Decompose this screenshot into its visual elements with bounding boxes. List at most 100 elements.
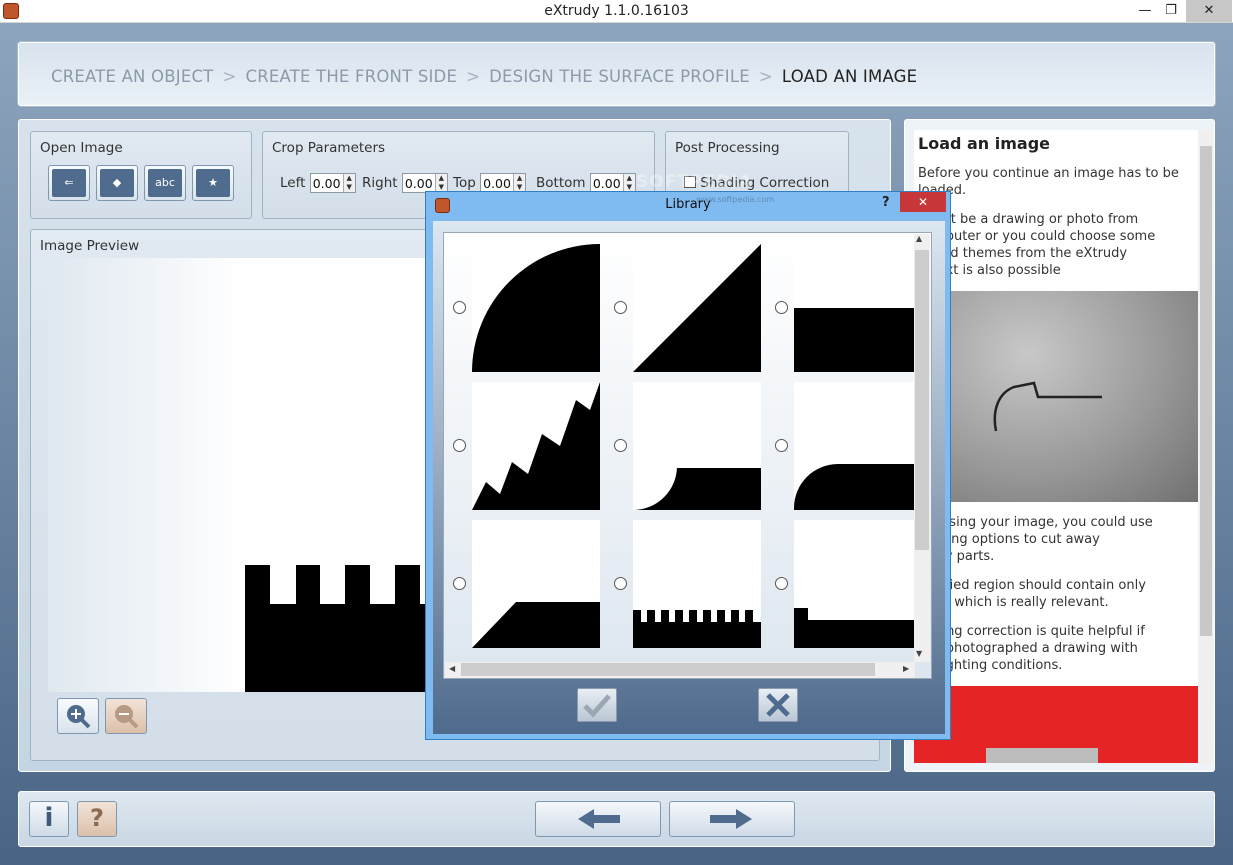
spinner-arrows-icon[interactable]: ▲ ▼	[622, 174, 635, 192]
library-item[interactable]	[472, 520, 600, 648]
open-shapes-button[interactable]: ◆	[96, 165, 138, 201]
check-icon	[583, 694, 611, 718]
help-example-image	[914, 686, 1198, 763]
preview-image	[245, 565, 448, 692]
arrow-right-icon	[710, 809, 752, 829]
crop-bottom-input[interactable]: 0.00 ▲ ▼	[589, 173, 636, 193]
library-cancel-button[interactable]	[758, 688, 798, 722]
library-item[interactable]	[472, 382, 600, 510]
image-preview-label: Image Preview	[40, 238, 140, 254]
library-radio[interactable]	[775, 577, 788, 590]
crop-right-input[interactable]: 0.00 ▲ ▼	[401, 173, 448, 193]
crop-bottom: Bottom 0.00 ▲ ▼	[536, 173, 636, 193]
scroll-up-icon[interactable]: ▲	[916, 234, 922, 243]
library-radio[interactable]	[614, 439, 627, 452]
library-item[interactable]	[633, 520, 761, 648]
open-text-button[interactable]: abc	[144, 165, 186, 201]
library-hscroll-thumb[interactable]	[461, 663, 875, 676]
dialog-close-button[interactable]: ✕	[900, 192, 946, 212]
library-item[interactable]	[794, 520, 915, 648]
library-radio[interactable]	[453, 577, 466, 590]
library-item[interactable]	[794, 244, 915, 372]
help-icon: ?	[90, 804, 104, 832]
breadcrumb: CREATE AN OBJECT > CREATE THE FRONT SIDE > D…	[51, 67, 917, 86]
zoom-in-icon	[67, 705, 91, 729]
crop-left-label: Left	[280, 175, 306, 191]
help-content: Load an image Before you continue an ima…	[914, 130, 1198, 763]
watermark: SOFTPEDIA	[636, 172, 753, 192]
help-paragraph: hading correction is quite helpful if ave…	[918, 624, 1145, 673]
library-item[interactable]	[472, 244, 600, 372]
help-scrollbar-thumb[interactable]	[1200, 146, 1212, 636]
library-item[interactable]	[633, 382, 761, 510]
watermark-url: www.softpedia.com	[696, 195, 775, 204]
help-paragraph: pecified region should contain only bject…	[918, 578, 1146, 610]
info-icon: i	[44, 803, 54, 833]
bookmark-icon: ★	[196, 169, 230, 197]
next-button[interactable]	[669, 801, 795, 837]
crop-top: Top 0.00 ▲ ▼	[453, 173, 527, 193]
close-button[interactable]: ✕	[1186, 0, 1232, 22]
scroll-down-icon[interactable]: ▼	[916, 649, 922, 658]
library-radio[interactable]	[775, 301, 788, 314]
help-paragraph: Before you continue an image has to be l…	[918, 166, 1179, 198]
restore-button[interactable]: ❐	[1156, 0, 1186, 22]
spinner-arrows-icon[interactable]: ▲ ▼	[513, 174, 526, 192]
text-icon: abc	[148, 169, 182, 197]
spinner-arrows-icon[interactable]: ▲ ▼	[434, 174, 447, 192]
window-title: eXtrudy 1.1.0.16103	[544, 3, 689, 19]
arrow-left-icon	[578, 809, 620, 829]
help-button[interactable]: ?	[77, 801, 117, 837]
crop-right: Right 0.00 ▲ ▼	[362, 173, 448, 193]
help-title: Load an image	[918, 134, 1051, 153]
library-vertical-scrollbar[interactable]: ▲ ▼	[914, 234, 930, 662]
library-radio[interactable]	[453, 439, 466, 452]
crop-bottom-label: Bottom	[536, 175, 586, 191]
crop-left-input[interactable]: 0.00 ▲ ▼	[309, 173, 356, 193]
scroll-right-icon[interactable]: ▶	[903, 664, 909, 673]
shapes-icon: ◆	[100, 169, 134, 197]
zoom-out-button[interactable]	[105, 698, 147, 734]
zoom-out-icon	[115, 705, 139, 729]
library-title: Library	[665, 197, 711, 212]
library-radio[interactable]	[775, 439, 788, 452]
back-button[interactable]	[535, 801, 661, 837]
library-radio[interactable]	[453, 301, 466, 314]
help-example-photo	[914, 291, 1198, 502]
open-image-label: Open Image	[40, 140, 123, 156]
breadcrumb-step-load-image: LOAD AN IMAGE	[781, 67, 918, 86]
crop-left: Left 0.00 ▲ ▼	[280, 173, 356, 193]
open-file-icon: ⇐	[52, 169, 86, 197]
breadcrumb-step-front-side[interactable]: CREATE THE FRONT SIDE	[245, 67, 457, 86]
breadcrumb-separator: >	[222, 67, 237, 86]
crop-top-label: Top	[453, 175, 476, 191]
crop-right-label: Right	[362, 175, 398, 191]
zoom-in-button[interactable]	[57, 698, 99, 734]
library-ok-button[interactable]	[577, 688, 617, 722]
library-radio[interactable]	[614, 577, 627, 590]
image-preview-canvas	[48, 258, 448, 692]
title-bar: eXtrudy 1.1.0.16103 — ❐ ✕	[0, 0, 1233, 23]
breadcrumb-bar: CREATE AN OBJECT > CREATE THE FRONT SIDE > D…	[18, 42, 1215, 106]
dialog-help-button[interactable]: ?	[882, 195, 890, 210]
library-scrollbar-thumb[interactable]	[915, 250, 929, 550]
info-button[interactable]: i	[29, 801, 69, 837]
library-item[interactable]	[794, 382, 915, 510]
library-radio[interactable]	[614, 301, 627, 314]
breadcrumb-step-create-object[interactable]: CREATE AN OBJECT	[51, 67, 213, 86]
crop-parameters-label: Crop Parameters	[272, 140, 386, 156]
open-library-button[interactable]: ★	[192, 165, 234, 201]
breadcrumb-separator: >	[466, 67, 481, 86]
breadcrumb-step-surface-profile[interactable]: DESIGN THE SURFACE PROFILE	[489, 67, 750, 86]
help-paragraph: might be a drawing or photo from computer…	[918, 212, 1156, 278]
spinner-arrows-icon[interactable]: ▲ ▼	[342, 174, 355, 192]
library-horizontal-scrollbar[interactable]: ◀ ▶	[445, 662, 915, 678]
x-icon	[766, 693, 790, 717]
help-paragraph: choosing your image, you could use roppin…	[918, 515, 1153, 564]
crop-top-input[interactable]: 0.00 ▲ ▼	[480, 173, 527, 193]
breadcrumb-separator: >	[758, 67, 773, 86]
library-item[interactable]	[633, 244, 761, 372]
post-processing-label: Post Processing	[675, 140, 780, 156]
open-file-button[interactable]: ⇐	[48, 165, 90, 201]
scroll-left-icon[interactable]: ◀	[449, 664, 455, 673]
